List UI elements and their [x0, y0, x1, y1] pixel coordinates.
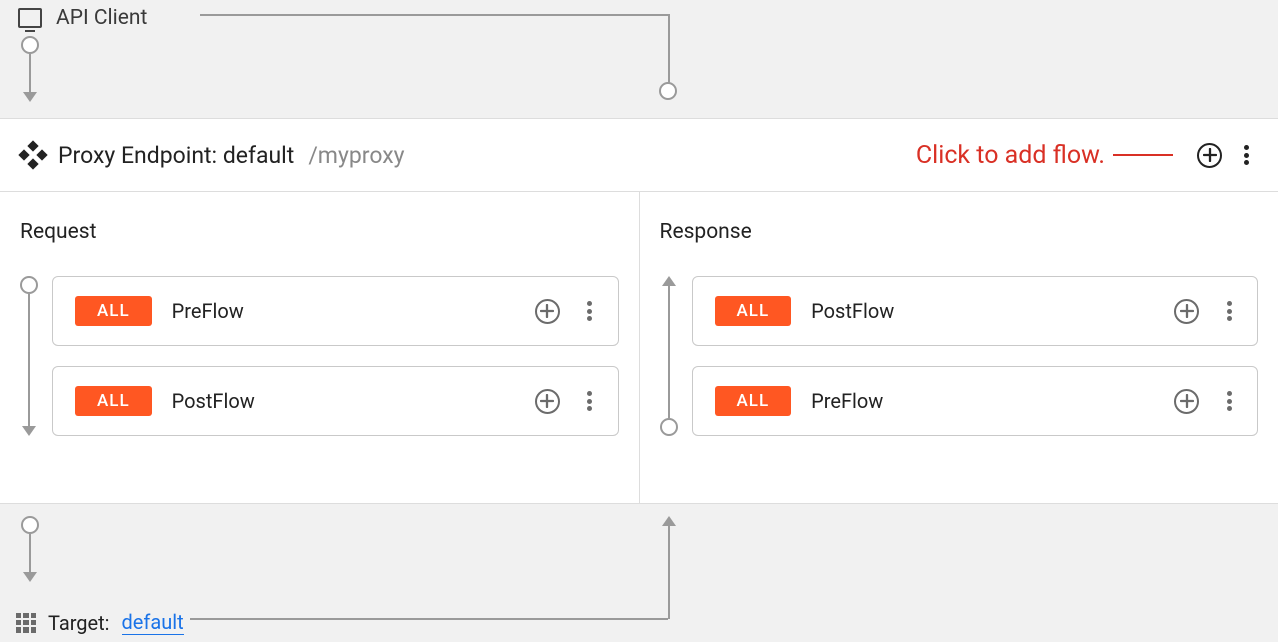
connector-line	[668, 524, 670, 619]
add-flow-annotation-text: Click to add flow.	[916, 141, 1105, 170]
down-arrow-icon	[21, 516, 39, 582]
flow-card[interactable]: ALL PreFlow	[52, 276, 619, 346]
add-flow-button[interactable]	[1197, 143, 1222, 168]
connector-line	[190, 618, 668, 620]
add-step-button[interactable]	[1174, 389, 1199, 414]
flow-badge: ALL	[715, 296, 792, 326]
flow-name: PreFlow	[172, 299, 244, 323]
response-panel: Response ALL PostFlow ALL	[639, 192, 1278, 503]
add-flow-annotation: Click to add flow.	[916, 141, 1173, 170]
endpoint-title: Proxy Endpoint: default	[58, 142, 294, 169]
bottom-connector-area: Target: default	[0, 504, 1278, 642]
flow-menu-button[interactable]	[580, 389, 600, 413]
flow-badge: ALL	[715, 386, 792, 416]
flow-name: PreFlow	[811, 389, 883, 413]
flow-badge: ALL	[75, 296, 152, 326]
flow-menu-button[interactable]	[1219, 299, 1239, 323]
connector-line	[200, 14, 668, 16]
response-direction-arrow-icon	[660, 276, 678, 436]
proxy-endpoint-icon	[22, 144, 44, 166]
flow-card[interactable]: ALL PostFlow	[52, 366, 619, 436]
connector-node-icon	[659, 82, 677, 100]
target-label: Target:	[48, 611, 110, 635]
target-link[interactable]: default	[122, 610, 184, 635]
flow-menu-button[interactable]	[580, 299, 600, 323]
flow-name: PostFlow	[172, 389, 255, 413]
flow-panels: Request ALL PreFlow ALL	[0, 192, 1278, 504]
endpoint-menu-button[interactable]	[1236, 143, 1256, 167]
request-direction-arrow-icon	[20, 276, 38, 436]
endpoint-path: /myproxy	[308, 142, 404, 169]
proxy-endpoint-header: Proxy Endpoint: default /myproxy Click t…	[0, 118, 1278, 192]
connector-line	[668, 14, 670, 90]
add-step-button[interactable]	[535, 389, 560, 414]
target-row: Target: default	[16, 610, 184, 635]
request-title: Request	[20, 220, 619, 244]
flow-badge: ALL	[75, 386, 152, 416]
request-panel: Request ALL PreFlow ALL	[0, 192, 639, 503]
annotation-line-icon	[1113, 154, 1173, 156]
flow-card[interactable]: ALL PostFlow	[692, 276, 1259, 346]
flow-card[interactable]: ALL PreFlow	[692, 366, 1259, 436]
down-arrow-icon	[21, 36, 39, 102]
target-grid-icon	[16, 613, 36, 633]
api-client-label: API Client	[56, 6, 147, 30]
top-connector-area: API Client	[0, 0, 1278, 118]
response-title: Response	[660, 220, 1259, 244]
flow-name: PostFlow	[811, 299, 894, 323]
monitor-icon	[18, 8, 42, 28]
flow-menu-button[interactable]	[1219, 389, 1239, 413]
add-step-button[interactable]	[1174, 299, 1199, 324]
add-step-button[interactable]	[535, 299, 560, 324]
